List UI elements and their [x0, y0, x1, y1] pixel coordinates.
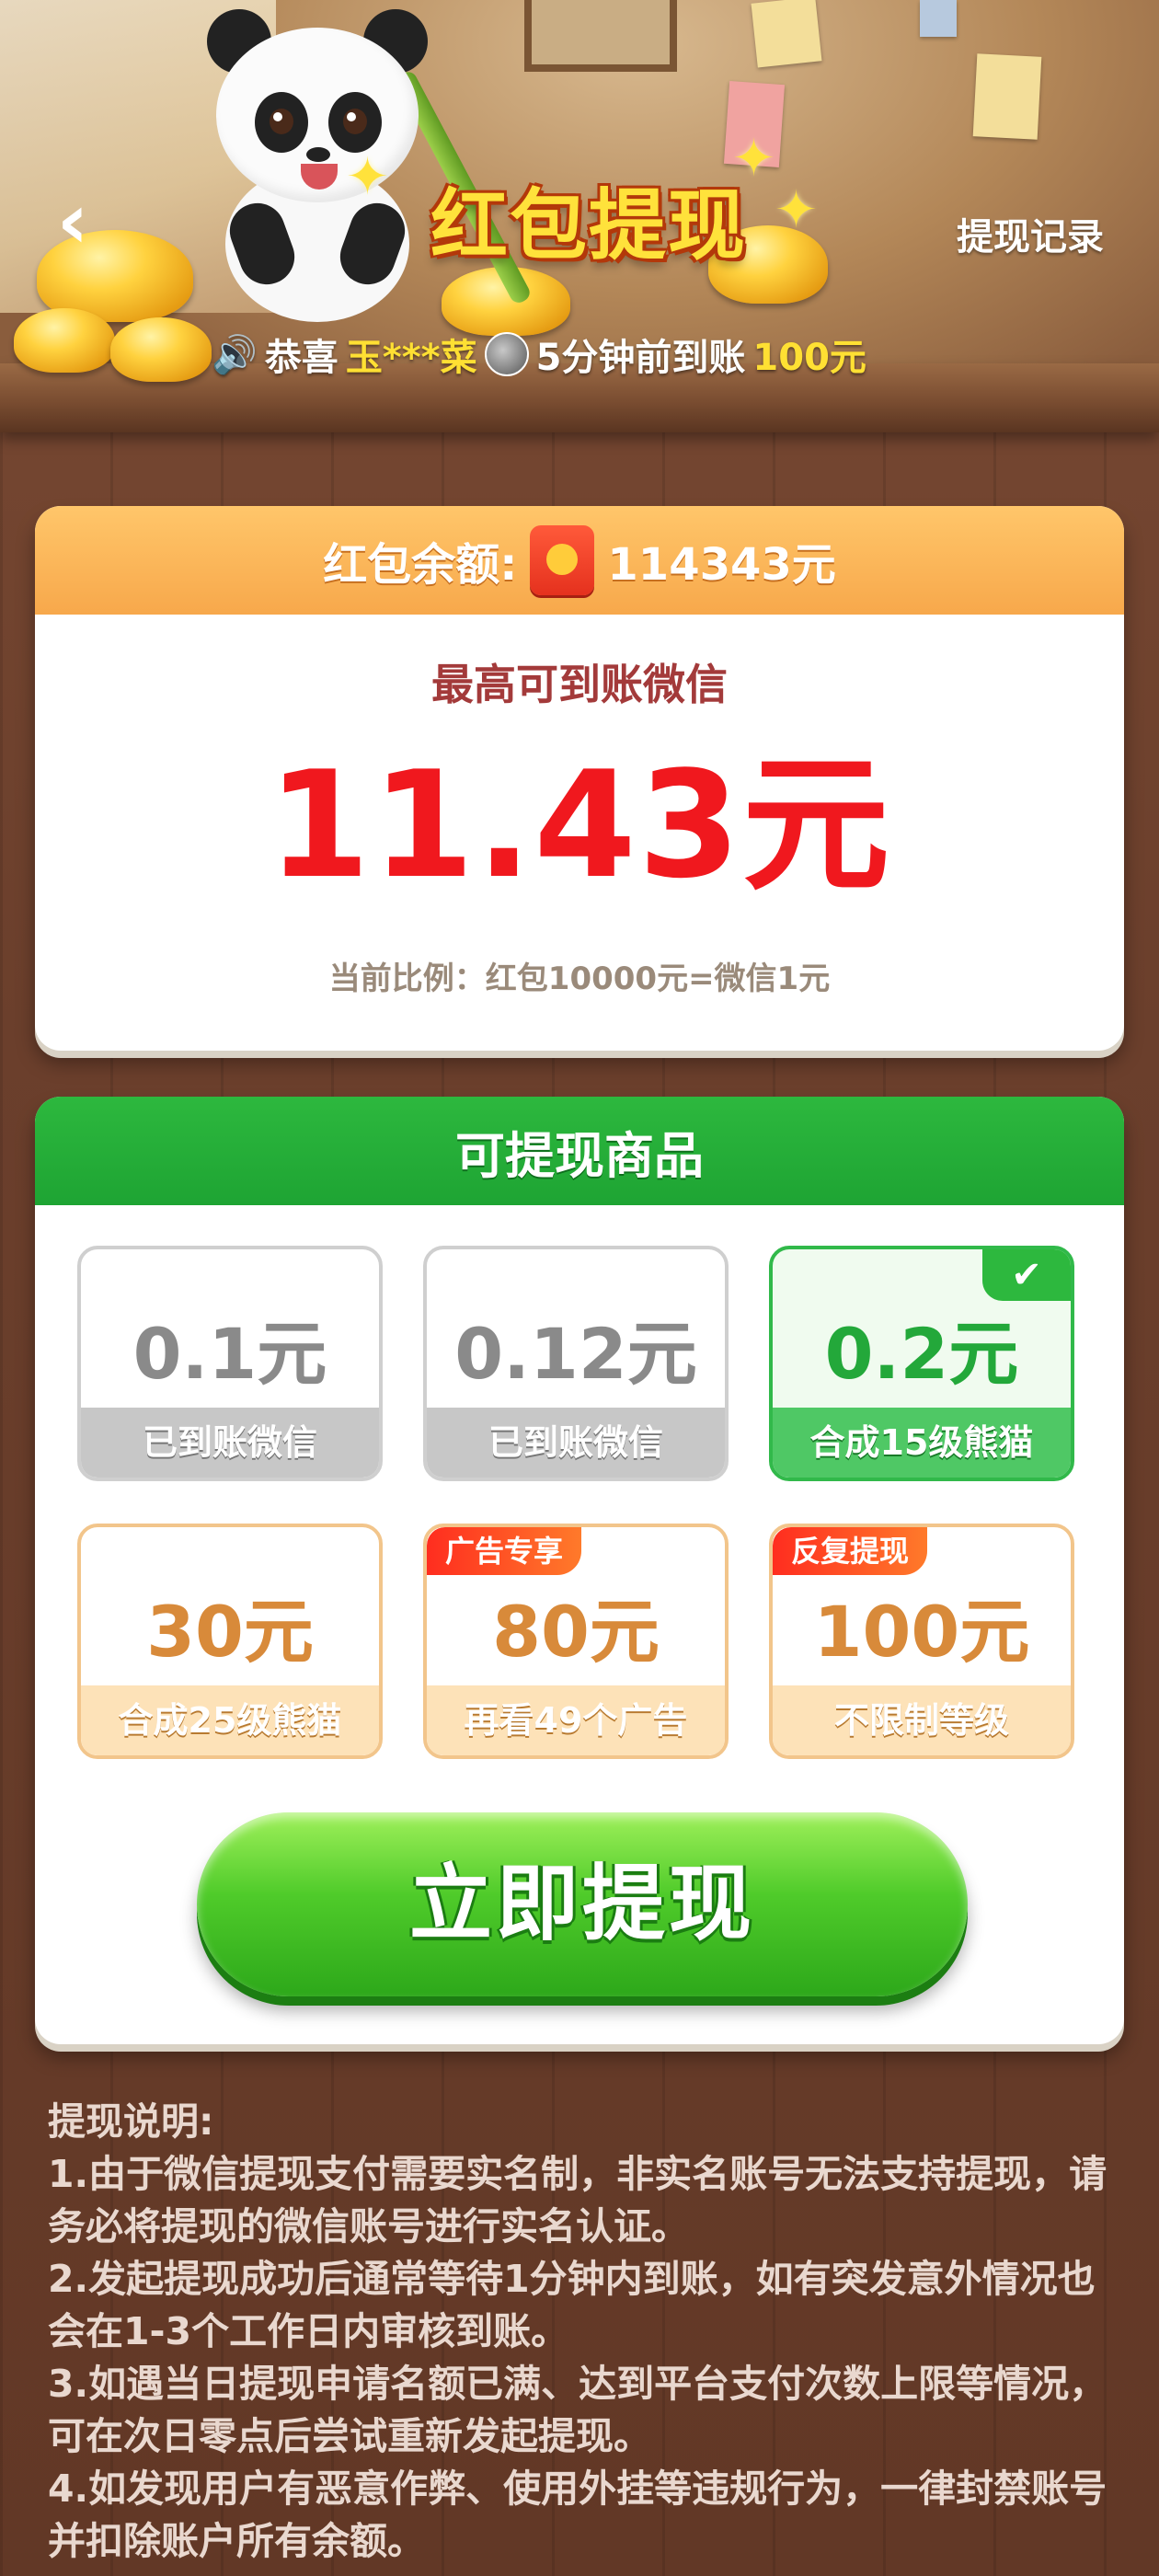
note-illustration [920, 0, 957, 37]
withdraw-instructions: 提现说明: 1.由于微信提现支付需要实名制，非实名账号无法支持提现，请务必将提现… [48, 2096, 1115, 2568]
instruction-line: 1.由于微信提现支付需要实名制，非实名账号无法支持提现，请务必将提现的微信账号进… [48, 2152, 1107, 2248]
max-withdraw-label: 最高可到账微信 [431, 660, 728, 709]
speaker-icon: 🔊 [212, 333, 258, 376]
product-tag: 广告专享 [427, 1527, 582, 1575]
note-illustration [972, 53, 1042, 140]
product-status: 合成25级熊猫 [81, 1685, 379, 1755]
instruction-line: 2.发起提现成功后通常等待1分钟内到账，如有突发意外情况也会在1-3个工作日内审… [48, 2257, 1096, 2353]
back-arrow-icon: ‹ [56, 176, 89, 266]
instructions-title: 提现说明: [48, 2099, 214, 2144]
balance-card: 红包余额: 114343元 最高可到账微信 11.43元 当前比例：红包1000… [35, 506, 1124, 1051]
product-grid: 0.1元 已到账微信 0.12元 已到账微信 ✔ 0.2元 合成15级熊猫 30… [35, 1205, 1124, 1776]
product-amount: 0.12元 [454, 1313, 697, 1395]
announcement-ticker: 🔊 恭喜 玉***菜 5分钟前到账 100元 [212, 327, 866, 382]
withdraw-history-link[interactable]: 提现记录 [957, 207, 1104, 260]
balance-amount: 114343元 [607, 539, 836, 591]
back-button[interactable]: ‹ [40, 179, 105, 262]
product-status: 已到账微信 [81, 1408, 379, 1478]
ticker-user: 玉***菜 [345, 337, 477, 379]
exchange-ratio: 当前比例：红包10000元=微信1元 [328, 960, 831, 997]
balance-label: 红包余额: [323, 539, 518, 591]
product-amount: 30元 [146, 1591, 314, 1673]
product-amount: 0.1元 [132, 1313, 327, 1395]
product-status: 不限制等级 [773, 1685, 1071, 1755]
products-card: 可提现商品 0.1元 已到账微信 0.12元 已到账微信 ✔ 0.2元 合成15… [35, 1097, 1124, 2044]
product-tile[interactable]: 0.1元 已到账微信 [77, 1246, 383, 1481]
page-title: 红包提现 [430, 180, 747, 270]
product-amount: 100元 [813, 1591, 1030, 1673]
product-tile[interactable]: 广告专享 80元 再看49个广告 [423, 1524, 729, 1759]
note-illustration [751, 0, 822, 68]
products-title: 可提现商品 [35, 1097, 1124, 1205]
check-icon: ✔ [982, 1249, 1071, 1301]
gold-ingot-illustration [14, 308, 115, 373]
product-amount: 80元 [492, 1591, 660, 1673]
product-tile-selected[interactable]: ✔ 0.2元 合成15级熊猫 [769, 1246, 1074, 1481]
product-status: 再看49个广告 [427, 1685, 725, 1755]
withdraw-now-button[interactable]: 立即提现 [197, 1812, 968, 1996]
ticker-prefix: 恭喜 [264, 337, 339, 379]
balance-header: 红包余额: 114343元 [35, 506, 1124, 615]
sparkle-icon: ✦ [346, 147, 389, 207]
product-tag: 反复提现 [773, 1527, 928, 1575]
instruction-line: 4.如发现用户有恶意作弊、使用外挂等违规行为，一律封禁账号并扣除账户所有余额。 [48, 2467, 1107, 2563]
product-tile[interactable]: 0.12元 已到账微信 [423, 1246, 729, 1481]
instruction-line: 3.如遇当日提现申请名额已满、达到平台支付次数上限等情况，可在次日零点后尝试重新… [48, 2362, 1107, 2458]
picture-frame-illustration [524, 0, 677, 72]
ticker-message: 5分钟前到账 [535, 337, 746, 379]
product-status: 合成15级熊猫 [773, 1408, 1071, 1478]
avatar [484, 332, 529, 376]
ticker-amount: 100元 [752, 337, 866, 379]
product-status: 已到账微信 [427, 1408, 725, 1478]
product-tile[interactable]: 反复提现 100元 不限制等级 [769, 1524, 1074, 1759]
product-tile[interactable]: 30元 合成25级熊猫 [77, 1524, 383, 1759]
gold-ingot-illustration [110, 317, 212, 382]
max-withdraw-amount: 11.43元 [267, 739, 892, 911]
product-amount: 0.2元 [824, 1313, 1019, 1395]
red-packet-icon [530, 525, 595, 595]
